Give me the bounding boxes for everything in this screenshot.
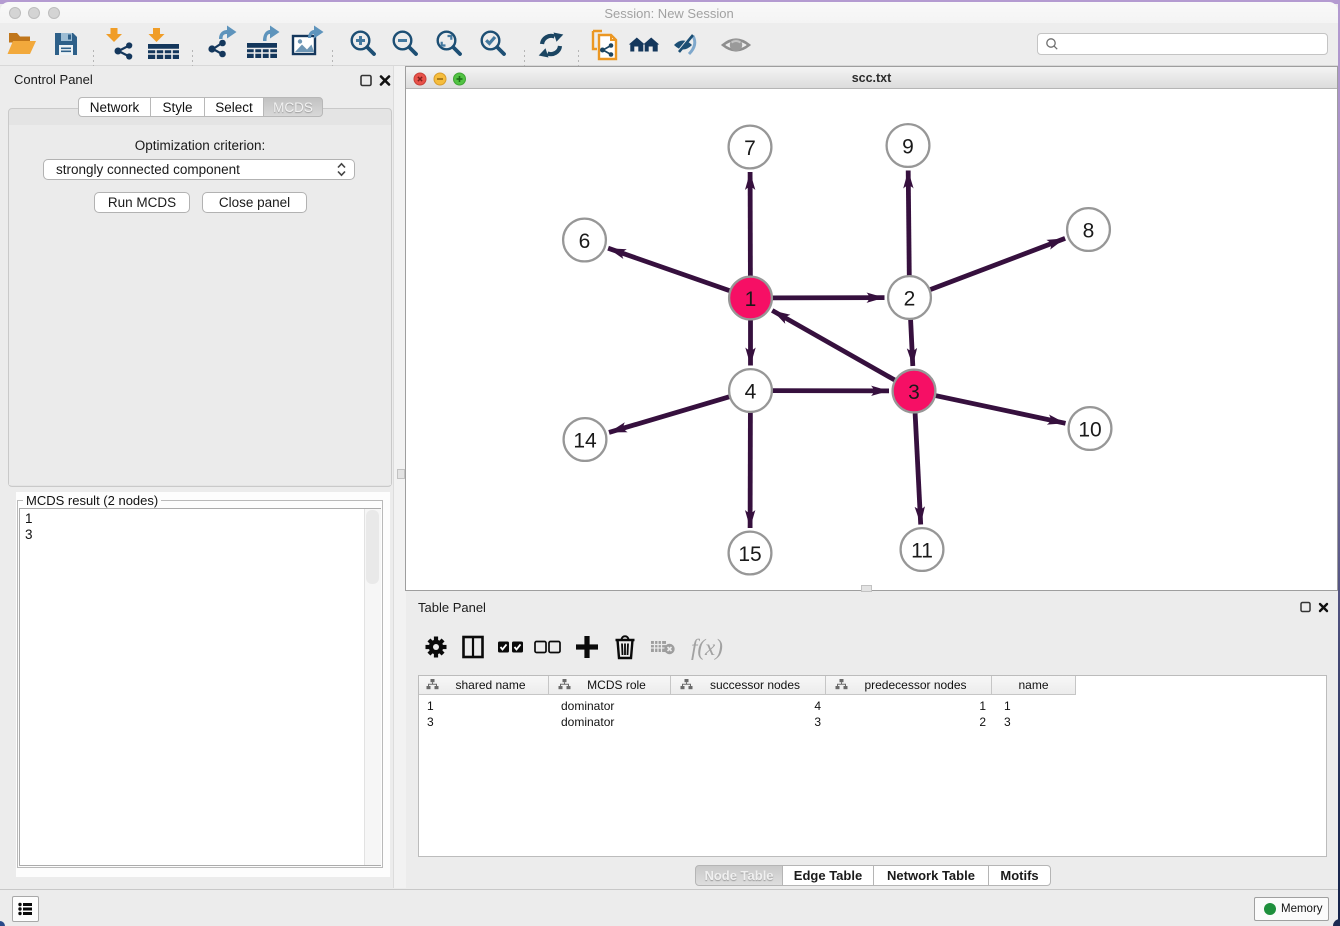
svg-text:10: 10 <box>1078 419 1101 442</box>
svg-text:3: 3 <box>908 381 920 404</box>
svg-text:8: 8 <box>1083 220 1095 243</box>
svg-text:7: 7 <box>744 137 756 160</box>
svg-text:11: 11 <box>911 540 933 563</box>
svg-text:4: 4 <box>745 381 757 404</box>
svg-text:1: 1 <box>745 288 757 311</box>
svg-text:f(x): f(x) <box>691 635 723 660</box>
svg-text:6: 6 <box>579 230 591 253</box>
svg-text:15: 15 <box>738 543 761 566</box>
svg-text:2: 2 <box>904 288 916 311</box>
svg-text:9: 9 <box>902 136 914 159</box>
svg-text:14: 14 <box>573 430 597 453</box>
